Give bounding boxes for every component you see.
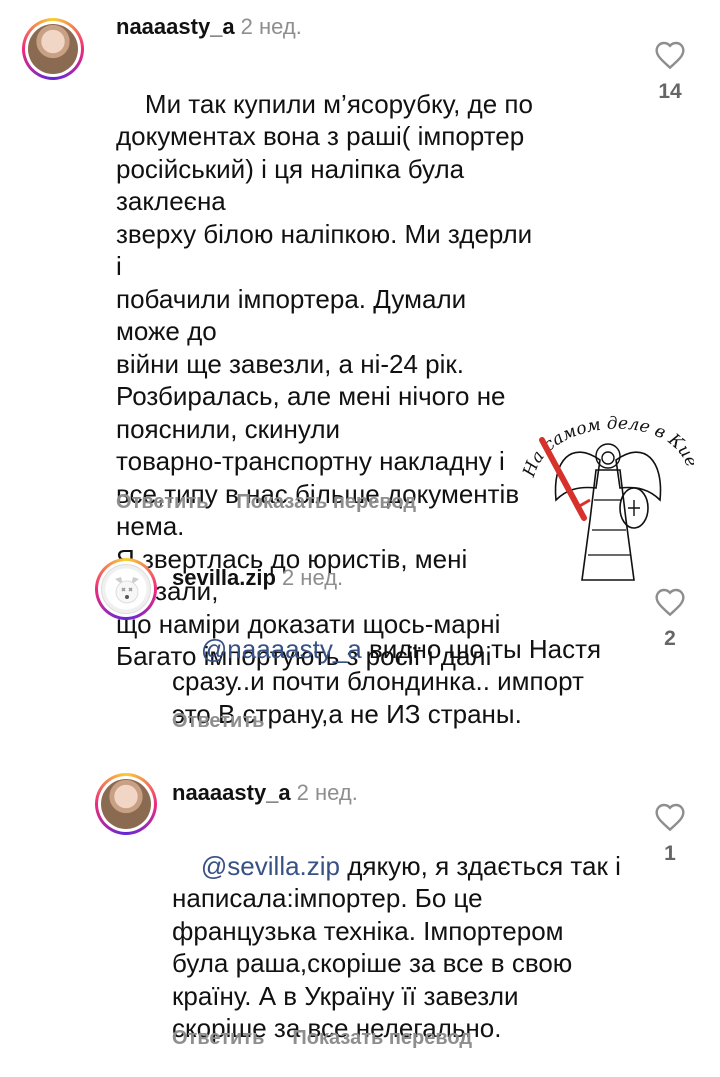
timestamp: 2 нед. xyxy=(281,565,344,590)
like-control: 1 xyxy=(650,802,690,866)
archangel-watermark: На самом деле в Киеве xyxy=(522,400,694,581)
avatar-photo xyxy=(101,779,151,829)
comment-text: @naaaasty_a видно шо ты Настя сразу..и п… xyxy=(172,600,642,763)
like-count: 1 xyxy=(664,842,676,865)
comment-header: sevilla.zip 2 нед. xyxy=(172,565,343,591)
reply-button[interactable]: Ответить xyxy=(172,710,264,732)
mention-link[interactable]: @naaaasty_a xyxy=(201,634,362,664)
comment-actions: Ответить Показать перевод xyxy=(116,490,416,514)
comment-header: naaaasty_a 2 нед. xyxy=(116,14,302,40)
comment-header: naaaasty_a 2 нед. xyxy=(172,780,358,806)
comment-3: naaaasty_a 2 нед. @sevilla.zip дякую, я з… xyxy=(0,770,720,1068)
avatar[interactable] xyxy=(95,558,157,620)
timestamp: 2 нед. xyxy=(296,780,358,805)
timestamp: 2 нед. xyxy=(240,14,302,39)
translate-button[interactable]: Показать перевод xyxy=(236,491,416,513)
reply-button[interactable]: Ответить xyxy=(172,1027,264,1049)
avatar-photo xyxy=(101,564,151,614)
reply-button[interactable]: Ответить xyxy=(116,491,208,513)
heart-icon[interactable] xyxy=(650,40,690,70)
username[interactable]: naaaasty_a xyxy=(172,780,291,805)
username[interactable]: naaaasty_a xyxy=(116,14,235,39)
like-count: 2 xyxy=(664,627,676,650)
avatar[interactable] xyxy=(95,773,157,835)
avatar-photo xyxy=(28,24,78,74)
like-control: 2 xyxy=(650,587,690,651)
dog-avatar-icon xyxy=(115,577,139,604)
like-count: 14 xyxy=(658,80,682,103)
username[interactable]: sevilla.zip xyxy=(172,565,276,590)
translate-button[interactable]: Показать перевод xyxy=(292,1027,472,1049)
comment-actions: Ответить Показать перевод xyxy=(172,1026,472,1050)
like-control: 14 xyxy=(650,40,690,104)
heart-icon[interactable] xyxy=(650,587,690,617)
heart-icon[interactable] xyxy=(650,802,690,832)
mention-link[interactable]: @sevilla.zip xyxy=(201,851,340,881)
comment-actions: Ответить xyxy=(172,709,264,733)
avatar[interactable] xyxy=(22,18,84,80)
